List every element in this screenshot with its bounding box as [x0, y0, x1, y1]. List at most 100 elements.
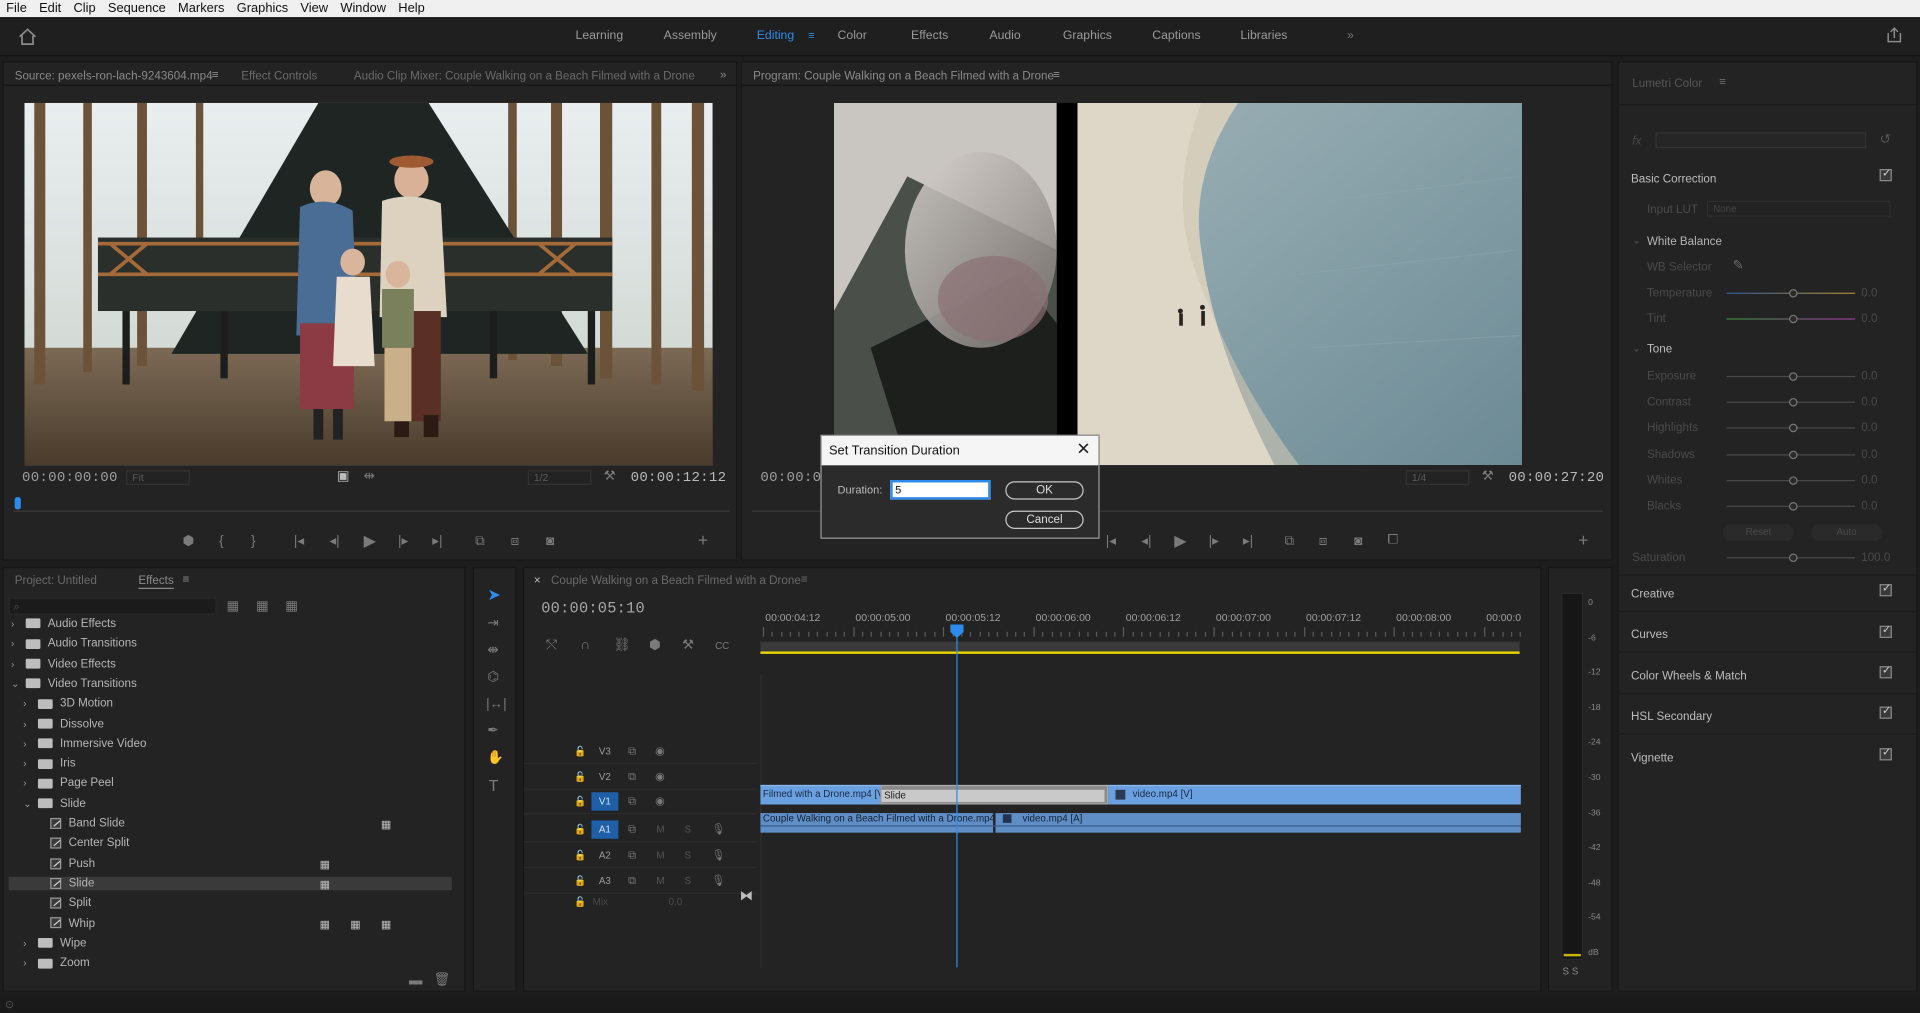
effect-folder[interactable]: › Page Peel	[23, 777, 113, 790]
timeline-playhead-icon[interactable]	[950, 624, 964, 639]
track-target-a1[interactable]: A1	[591, 820, 619, 839]
program-menu-icon[interactable]: ≡	[1053, 69, 1060, 82]
drag-video-icon[interactable]: ⇹	[364, 470, 375, 483]
mix-lock-icon[interactable]: 🔓	[574, 895, 586, 908]
new-bin-icon[interactable]: ▬	[409, 974, 422, 988]
reset-effect-icon[interactable]: ↺	[1880, 133, 1891, 146]
chevron-right-icon[interactable]: ›	[23, 718, 38, 729]
clip-v1-left[interactable]: Filmed with a Drone.mp4 [V]	[760, 784, 881, 805]
microphone-icon[interactable]: 🎙	[711, 823, 725, 836]
tab-graphics[interactable]: Graphics	[1063, 29, 1112, 42]
sync-lock-icon[interactable]: ⧉	[628, 874, 636, 887]
tab-color[interactable]: Color	[838, 29, 867, 42]
tab-effect-controls[interactable]: Effect Controls	[241, 70, 317, 83]
menu-help[interactable]: Help	[392, 0, 431, 17]
section-creative[interactable]: Creative	[1631, 588, 1674, 601]
tone-knob[interactable]	[1788, 398, 1798, 407]
menu-sequence[interactable]: Sequence	[102, 0, 172, 17]
white-balance-chevron-icon[interactable]: ⌄	[1632, 235, 1640, 246]
tab-effects-panel[interactable]: Effects	[138, 574, 174, 589]
timeline-timecode[interactable]: 00:00:05:10	[541, 600, 645, 617]
vignette-checkbox[interactable]	[1879, 746, 1892, 761]
comparison-view-icon[interactable]: ⧠	[1387, 533, 1398, 547]
section-curves[interactable]: Curves	[1631, 628, 1668, 641]
effect-folder[interactable]: › Video Effects	[11, 657, 116, 670]
lift-icon[interactable]: ⧉	[1285, 534, 1295, 548]
effect-folder[interactable]: › Wipe	[23, 936, 86, 949]
tone-knob[interactable]	[1788, 502, 1798, 511]
chevron-right-icon[interactable]: ›	[23, 958, 38, 969]
tab-audio-clip-mixer[interactable]: Audio Clip Mixer: Couple Walking on a Be…	[354, 70, 695, 83]
timeline-zoom-bar[interactable]	[760, 641, 1520, 652]
wrench-icon[interactable]: ⚒	[604, 470, 616, 483]
white-balance-header[interactable]: White Balance	[1647, 235, 1722, 248]
source-fit-select[interactable]: Fit	[126, 470, 190, 485]
step-forward-icon[interactable]: |▸	[398, 534, 408, 548]
timeline-close-icon[interactable]: ×	[534, 574, 541, 587]
clip-a1-right[interactable]: video.mp4 [A]	[995, 813, 1521, 833]
tab-assembly[interactable]: Assembly	[664, 29, 717, 42]
program-go-to-in-icon[interactable]: |◂	[1106, 534, 1116, 548]
program-resolution-select[interactable]: 1/4	[1405, 470, 1470, 485]
program-go-to-out-icon[interactable]: ▸|	[1243, 534, 1253, 548]
menu-clip[interactable]: Clip	[67, 0, 101, 17]
32bit-effects-icon[interactable]: ▦	[256, 599, 269, 613]
program-step-forward-icon[interactable]: |▸	[1209, 534, 1219, 548]
captions-icon[interactable]: CC	[715, 639, 729, 652]
hand-tool-icon[interactable]: ✋	[487, 751, 504, 765]
type-tool-icon[interactable]: T	[489, 778, 499, 794]
effect-folder[interactable]: › Audio Effects	[11, 617, 116, 630]
more-workspaces-icon[interactable]: »	[1347, 29, 1354, 42]
effect-item[interactable]: Band Slide	[36, 817, 125, 830]
sync-lock-icon[interactable]: ⧉	[628, 795, 636, 808]
insert-icon[interactable]: ⧉	[475, 534, 485, 548]
lumetri-clip-select[interactable]	[1655, 132, 1867, 149]
saturation-value[interactable]: 100.0	[1861, 551, 1890, 564]
effect-item[interactable]: Split	[36, 897, 91, 910]
tone-knob[interactable]	[1788, 450, 1798, 459]
curves-checkbox[interactable]	[1879, 623, 1892, 638]
program-wrench-icon[interactable]: ⚒	[1482, 470, 1494, 483]
effect-folder[interactable]: › Zoom	[23, 956, 89, 969]
chevron-down-icon[interactable]: ⌄	[23, 798, 38, 809]
mark-in-icon[interactable]: {	[219, 534, 224, 548]
microphone-icon[interactable]: 🎙	[711, 849, 725, 862]
tab-project[interactable]: Project: Untitled	[15, 574, 97, 587]
effect-folder[interactable]: › Audio Transitions	[11, 637, 137, 650]
saturation-knob[interactable]	[1788, 553, 1798, 563]
selection-tool-icon[interactable]: ➤	[487, 587, 500, 603]
menu-view[interactable]: View	[294, 0, 334, 17]
clip-v1-right[interactable]: video.mp4 [V]	[1108, 784, 1521, 805]
menu-graphics[interactable]: Graphics	[231, 0, 295, 17]
tone-value[interactable]: 0.0	[1861, 474, 1877, 487]
tab-effects[interactable]: Effects	[911, 29, 948, 42]
effect-folder[interactable]: ⌄ Video Transitions	[11, 677, 137, 690]
clip-a1-left[interactable]: Couple Walking on a Beach Filmed with a …	[760, 813, 994, 833]
section-vignette[interactable]: Vignette	[1631, 752, 1673, 765]
tab-source[interactable]: Source: pexels-ron-lach-9243604.mp4	[15, 70, 213, 83]
tone-knob[interactable]	[1788, 372, 1798, 381]
tone-value[interactable]: 0.0	[1861, 422, 1877, 435]
effect-folder[interactable]: › Iris	[23, 757, 75, 770]
program-export-frame-icon[interactable]: ◙	[1354, 534, 1362, 548]
play-icon[interactable]: ▶	[364, 533, 376, 549]
go-to-out-icon[interactable]: ▸|	[432, 534, 442, 548]
track-lock-icon[interactable]: 🔓	[574, 874, 586, 887]
effect-folder[interactable]: › Dissolve	[23, 717, 104, 730]
extract-icon[interactable]: ⧈	[1319, 534, 1328, 548]
overwrite-icon[interactable]: ⧈	[511, 534, 520, 548]
meter-solo-buttons[interactable]: S S	[1562, 966, 1578, 977]
accelerated-effects-icon[interactable]: ▦	[227, 599, 240, 613]
effects-search-input[interactable]: ⌕	[8, 597, 217, 615]
tone-value[interactable]: 0.0	[1861, 370, 1877, 383]
effect-item[interactable]: Slide	[8, 876, 452, 891]
source-playhead[interactable]	[14, 497, 21, 510]
track-lock-icon[interactable]: 🔓	[574, 770, 586, 783]
home-icon[interactable]	[18, 28, 37, 45]
track-lock-icon[interactable]: 🔓	[574, 849, 586, 862]
menu-markers[interactable]: Markers	[172, 0, 231, 17]
tone-chevron-icon[interactable]: ⌄	[1632, 343, 1640, 354]
track-lock-icon[interactable]: 🔓	[574, 744, 586, 757]
sync-lock-icon[interactable]: ⧉	[628, 770, 636, 783]
mute-button[interactable]: M	[656, 876, 664, 887]
